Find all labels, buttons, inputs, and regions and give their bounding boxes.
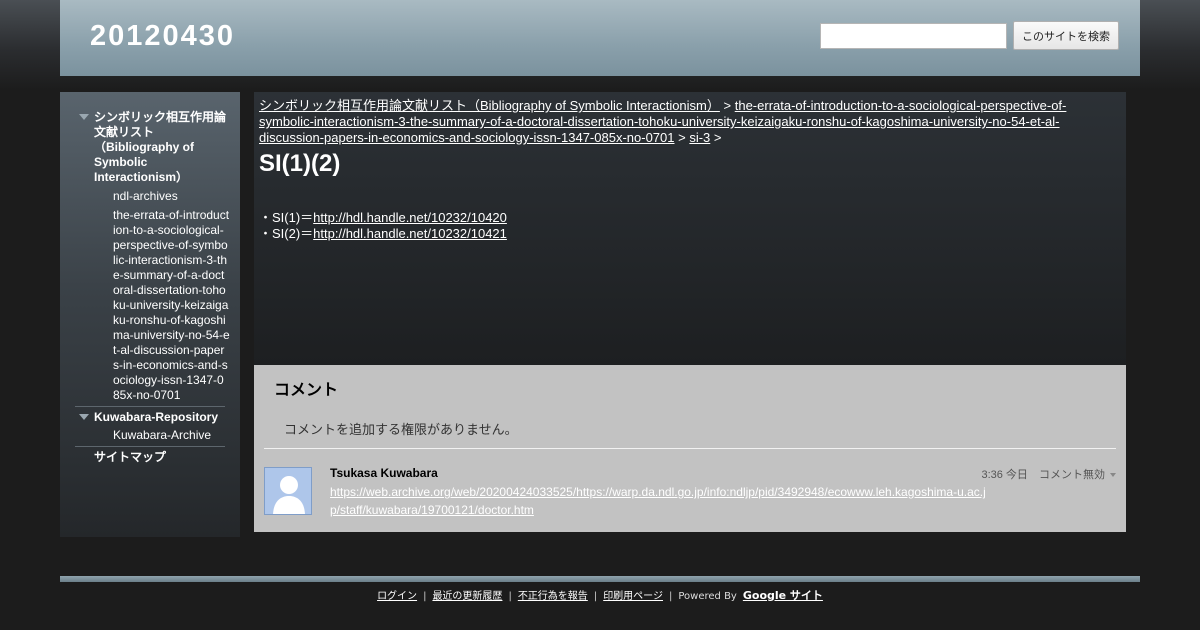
breadcrumb-separator: > [723,98,732,113]
comment-link[interactable]: https://web.archive.org/web/202004240335… [330,485,986,517]
breadcrumb-link-bibliography[interactable]: シンボリック相互作用論文献リスト（Bibliography of Symboli… [259,98,720,113]
dropdown-arrow-icon[interactable] [1110,473,1116,478]
breadcrumb: シンボリック相互作用論文献リスト（Bibliography of Symboli… [259,98,1119,146]
collapse-triangle-icon[interactable] [79,414,89,420]
comment-body: https://web.archive.org/web/202004240335… [330,483,990,519]
user-silhouette-icon [265,468,311,514]
sidebar-item-sitemap[interactable]: サイトマップ [60,450,240,465]
comment-time: 3:36 今日 [981,469,1028,481]
footer-link-print[interactable]: 印刷用ページ [603,591,663,602]
site-header: 20120430 このサイトを検索 [60,0,1140,76]
sidebar-item-kuwabara-repository[interactable]: Kuwabara-Repository [60,410,240,425]
sidebar-divider [75,446,225,447]
comments-title: コメント [274,380,339,399]
sidebar-item-label: Kuwabara-Repository [94,410,219,424]
sidebar-item-label: シンボリック相互作用論文献リスト（Bibliography of Symboli… [94,110,227,184]
comments-divider [264,448,1116,449]
sidebar-nav: シンボリック相互作用論文献リスト（Bibliography of Symboli… [60,110,240,465]
breadcrumb-separator: > [678,130,686,145]
footer-link-report-abuse[interactable]: 不正行為を報告 [518,591,588,602]
search-button[interactable]: このサイトを検索 [1013,21,1119,50]
footer: ログイン | 最近の更新履歴 | 不正行為を報告 | 印刷用ページ | Powered By Go… [0,587,1200,603]
breadcrumb-link-si-3[interactable]: si-3 [689,130,710,145]
sidebar-item-label: サイトマップ [94,450,167,464]
sidebar-divider [75,406,225,407]
sidebar-item-kuwabara-archive[interactable]: Kuwabara-Archive [60,428,240,443]
sidebar-item-ndl-archives[interactable]: ndl-archives [60,189,240,204]
footer-link-recent-changes[interactable]: 最近の更新履歴 [432,591,502,602]
sidebar-item-errata[interactable]: the-errata-of-introduction-to-a-sociolog… [60,208,240,403]
sidebar: シンボリック相互作用論文献リスト（Bibliography of Symboli… [60,92,240,537]
comments-section: コメント コメントを追加する権限がありません。 Tsukasa Kuwabara… [254,365,1126,532]
comments-permission-notice: コメントを追加する権限がありません。 [284,423,518,438]
body-line: ・SI(1)＝http://hdl.handle.net/10232/10420 [259,210,507,226]
handle-link-si-1[interactable]: http://hdl.handle.net/10232/10420 [313,210,507,225]
search-input[interactable] [820,23,1007,49]
comment-meta: 3:36 今日 コメント無効 [981,466,1116,482]
footer-separator: | [423,591,427,602]
breadcrumb-separator: > [713,130,722,145]
body-line-prefix: ・SI(2)＝ [259,226,314,241]
main-content: シンボリック相互作用論文献リスト（Bibliography of Symboli… [254,92,1126,365]
footer-separator: | [593,591,598,602]
footer-link-login[interactable]: ログイン [377,591,417,602]
footer-separator: | [508,591,512,602]
comment-disable-label: コメント無効 [1039,469,1105,481]
footer-separator: | [669,591,673,602]
body-line: ・SI(2)＝http://hdl.handle.net/10232/10421 [259,226,507,242]
page-title: SI(1)(2) [259,150,341,177]
avatar [264,467,312,515]
comment-author: Tsukasa Kuwabara [330,466,438,480]
comment-disable-menu[interactable]: コメント無効 [1039,469,1116,481]
sidebar-item-bibliography[interactable]: シンボリック相互作用論文献リスト（Bibliography of Symboli… [60,110,240,185]
collapse-triangle-icon[interactable] [79,114,89,120]
page-body: ・SI(1)＝http://hdl.handle.net/10232/10420… [259,210,507,242]
site-title[interactable]: 20120430 [90,20,235,53]
footer-google-sites-link[interactable]: Google サイト [743,589,823,602]
footer-bar [60,576,1140,582]
handle-link-si-2[interactable]: http://hdl.handle.net/10232/10421 [313,226,507,241]
footer-powered-by: Powered By [678,591,737,602]
body-line-prefix: ・SI(1)＝ [259,210,314,225]
